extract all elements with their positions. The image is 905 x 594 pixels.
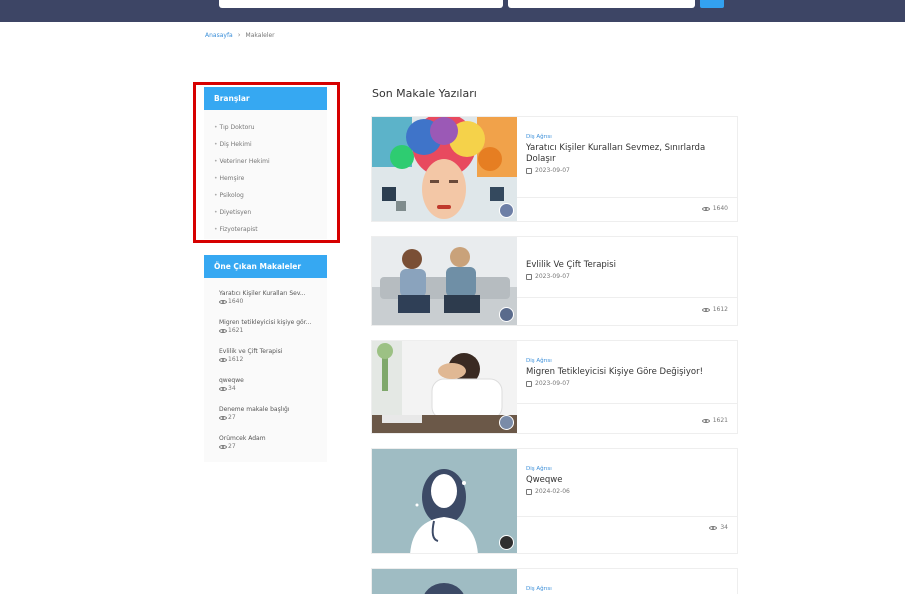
article-title[interactable]: Yaratıcı Kişiler Kuralları Sevmez, Sınır… (526, 143, 737, 165)
featured-item-title[interactable]: Yaratıcı Kişiler Kuralları Sev... (219, 290, 319, 297)
eye-icon (701, 206, 710, 211)
article-image[interactable] (372, 569, 517, 594)
card-divider (517, 516, 737, 517)
article-views: 1640 (712, 205, 728, 212)
author-avatar[interactable] (499, 535, 514, 550)
eye-icon (219, 444, 227, 449)
article-views: 1612 (712, 306, 728, 313)
featured-item[interactable]: Örümcek Adam 27 (219, 435, 327, 464)
breadcrumb-current: Makaleler (245, 31, 275, 39)
article-date: 2023-09-07 (535, 273, 570, 280)
calendar-icon (526, 167, 532, 174)
article-category[interactable]: Diş Ağrısı (526, 134, 737, 140)
featured-item-views: 1612 (228, 356, 244, 363)
article-title[interactable]: Qweqwe (526, 475, 737, 486)
article-image[interactable] (372, 449, 517, 553)
article-date: 2023-09-07 (535, 380, 570, 387)
featured-item-title[interactable]: Migren tetikleyicisi kişiye gör... (219, 319, 319, 326)
eye-icon (219, 299, 227, 304)
featured-item-views: 34 (228, 385, 236, 392)
featured-item-views: 27 (228, 414, 236, 421)
article-image[interactable] (372, 341, 517, 433)
featured-list: Yaratıcı Kişiler Kuralları Sev... 1640 M… (204, 278, 327, 470)
featured-item[interactable]: Yaratıcı Kişiler Kuralları Sev... 1640 (219, 290, 327, 319)
article-card[interactable]: Diş Ağrısı Qweqwe 2024-02-06 34 (371, 448, 738, 554)
eye-icon (709, 525, 718, 530)
article-date: 2023-09-07 (535, 167, 570, 174)
card-divider (517, 297, 737, 298)
filter-input[interactable] (508, 0, 695, 8)
article-card[interactable]: Evlilik Ve Çift Terapisi 2023-09-07 1612 (371, 236, 738, 326)
article-title[interactable]: Migren Tetikleyicisi Kişiye Göre Değişiy… (526, 367, 737, 378)
featured-item-views: 1640 (228, 298, 244, 305)
article-views: 1621 (712, 417, 728, 424)
search-button[interactable] (700, 0, 724, 8)
featured-item-title[interactable]: Evlilik ve Çift Terapisi (219, 348, 319, 355)
breadcrumb-home-link[interactable]: Anasayfa (205, 32, 233, 39)
featured-item[interactable]: Deneme makale başlığı 27 (219, 406, 327, 435)
chevron-right-icon: › (237, 31, 241, 39)
calendar-icon (526, 488, 532, 495)
article-card[interactable]: Diş Ağrısı Migren Tetikleyicisi Kişiye G… (371, 340, 738, 434)
featured-item-title[interactable]: Örümcek Adam (219, 435, 319, 442)
article-category[interactable]: Diş Ağrısı (526, 466, 737, 472)
featured-item-title[interactable]: Deneme makale başlığı (219, 406, 319, 413)
featured-item-views: 1621 (228, 327, 244, 334)
article-title[interactable]: Evlilik Ve Çift Terapisi (526, 260, 737, 271)
article-image[interactable] (372, 117, 517, 221)
author-avatar[interactable] (499, 203, 514, 218)
author-avatar[interactable] (499, 415, 514, 430)
eye-icon (701, 307, 710, 312)
top-header (0, 0, 905, 22)
article-card[interactable]: Diş Ağrısı (371, 568, 738, 594)
featured-panel: Öne Çıkan Makaleler Yaratıcı Kişiler Kur… (204, 255, 327, 462)
featured-title: Öne Çıkan Makaleler (204, 255, 327, 278)
eye-icon (219, 415, 227, 420)
article-views: 34 (720, 524, 728, 531)
eye-icon (701, 418, 710, 423)
article-date: 2024-02-06 (535, 488, 570, 495)
eye-icon (219, 357, 227, 362)
eye-icon (219, 328, 227, 333)
section-title: Son Makale Yazıları (372, 87, 477, 100)
featured-item-title[interactable]: qweqwe (219, 377, 319, 384)
calendar-icon (526, 380, 532, 387)
article-image[interactable] (372, 237, 517, 325)
featured-item[interactable]: qweqwe 34 (219, 377, 327, 406)
breadcrumb: Anasayfa › Makaleler (205, 31, 275, 39)
featured-item[interactable]: Evlilik ve Çift Terapisi 1612 (219, 348, 327, 377)
author-avatar[interactable] (499, 307, 514, 322)
highlight-box (193, 82, 340, 243)
featured-item[interactable]: Migren tetikleyicisi kişiye gör... 1621 (219, 319, 327, 348)
card-divider (517, 197, 737, 198)
featured-item-views: 27 (228, 443, 236, 450)
search-input[interactable] (219, 0, 503, 8)
card-divider (517, 403, 737, 404)
article-category[interactable]: Diş Ağrısı (526, 586, 737, 592)
article-card[interactable]: Diş Ağrısı Yaratıcı Kişiler Kuralları Se… (371, 116, 738, 222)
calendar-icon (526, 273, 532, 280)
eye-icon (219, 386, 227, 391)
article-category[interactable]: Diş Ağrısı (526, 358, 737, 364)
